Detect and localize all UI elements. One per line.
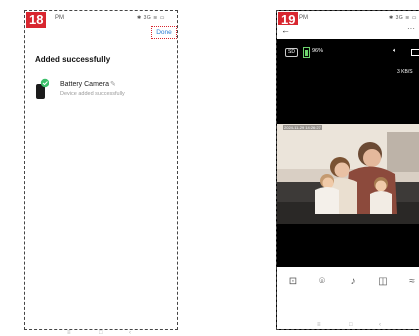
sd-card-badge: SD [285, 48, 298, 57]
back-arrow-icon[interactable]: ← [281, 25, 290, 35]
device-name: Battery Camera [60, 81, 110, 88]
battery-percent: 96% [312, 48, 324, 54]
page-title: Added successfully [35, 55, 111, 64]
step-badge: 18 [26, 12, 47, 28]
nav-menu-button[interactable]: ≡ [317, 322, 321, 328]
video-timestamp: 2024-11-29 14:26:27 [283, 125, 322, 130]
more-options-icon[interactable]: ··· [407, 24, 415, 33]
status-icons: ✱ 3G ≋ ▭ [389, 15, 417, 21]
data-rate: 3 KB/S [397, 69, 413, 75]
status-time: PM [55, 15, 64, 21]
status-icons: ✱ 3G ≋ ▭ [137, 15, 165, 21]
camera-icon[interactable]: ⌾ [314, 276, 330, 287]
speaker-mute-icon[interactable]: 🔈︎ [393, 48, 397, 55]
pencil-icon[interactable]: ✎ [110, 80, 116, 88]
battery-icon [303, 47, 310, 58]
phone-screen-added-successfully: 18 PM ✱ 3G ≋ ▭ Done Added successfully B… [24, 10, 178, 336]
nav-back-button[interactable]: ‹ [379, 322, 381, 328]
screen-mode-icon[interactable] [411, 49, 419, 56]
done-button[interactable]: Done [151, 26, 177, 39]
header-bar [277, 25, 419, 39]
camera-device-icon [36, 78, 49, 99]
record-icon[interactable]: ◫ [375, 276, 391, 287]
phone-screen-live-view: 19 PM ✱ 3G ≋ ▭ ← ··· SD 96% 🔈︎ 3 KB/S 20… [276, 10, 419, 330]
microphone-icon[interactable]: ♪ [345, 276, 361, 287]
status-time: PM [299, 15, 308, 21]
nav-home-button[interactable]: □ [349, 322, 353, 328]
more-icon[interactable]: ≈ [404, 276, 419, 287]
live-video-feed[interactable] [277, 124, 419, 224]
screenshot-icon[interactable]: ⊡ [285, 276, 301, 287]
device-status: Device added successfully [60, 91, 125, 97]
